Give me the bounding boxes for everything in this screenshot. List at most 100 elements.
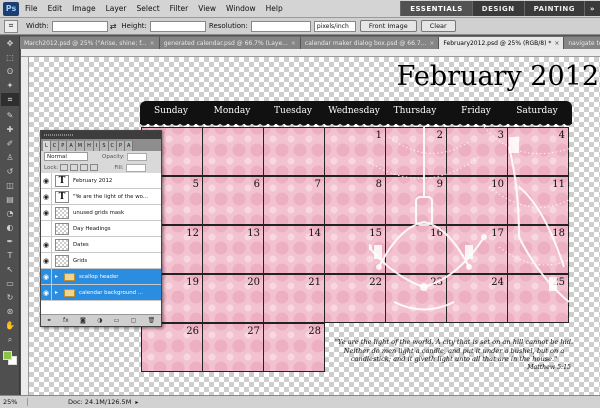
panel-tab[interactable]: S (100, 141, 109, 151)
calendar-day-cell[interactable]: 10 (446, 176, 508, 225)
document-tab[interactable]: March2012.psd @ 25% ("Arise, shine; f...… (20, 37, 160, 49)
opacity-input[interactable] (126, 152, 147, 161)
calendar-day-cell[interactable]: 21 (263, 274, 325, 323)
workspace-design-button[interactable]: DESIGN (471, 1, 524, 16)
menu-view[interactable]: View (198, 4, 216, 13)
calendar-day-cell[interactable]: 14 (263, 225, 325, 274)
tab-close-icon[interactable]: × (429, 40, 434, 47)
tab-close-icon[interactable]: × (554, 40, 559, 47)
panel-tab[interactable]: P (117, 141, 126, 151)
panel-tab[interactable]: H (85, 141, 94, 151)
path-select-icon[interactable]: ↖ (1, 263, 19, 276)
menu-file[interactable]: File (25, 4, 38, 13)
calendar-day-cell[interactable]: 11 (507, 176, 569, 225)
panel-tab[interactable]: L (43, 141, 51, 151)
eye-icon[interactable]: ◉ (41, 237, 52, 252)
calendar-day-cell[interactable]: 22 (324, 274, 386, 323)
calendar-day-cell[interactable]: 20 (202, 274, 264, 323)
history-brush-icon[interactable]: ↺ (1, 165, 19, 178)
marquee-icon[interactable]: ⬚ (1, 51, 19, 64)
eye-hidden-icon[interactable] (41, 221, 52, 236)
menu-image[interactable]: Image (72, 4, 96, 13)
tab-close-icon[interactable]: × (291, 40, 296, 47)
layer-row[interactable]: ◉ ▸ scallop header (41, 269, 161, 285)
3d-rotate-icon[interactable]: ↻ (1, 291, 19, 304)
layers-panel-title-strip[interactable] (41, 131, 161, 139)
zoom-icon[interactable]: ⌕ (1, 333, 19, 346)
crop-icon[interactable]: ⌗ (1, 93, 19, 106)
layer-row[interactable]: ◉ T February 2012 (41, 173, 161, 189)
calendar-day-cell[interactable]: 24 (446, 274, 508, 323)
calendar-day-cell[interactable]: 23 (385, 274, 447, 323)
panel-tab[interactable]: A (125, 141, 134, 151)
layer-row[interactable]: ◉ ▸ calendar background ... (41, 285, 161, 301)
document-tab[interactable]: calendar maker dialog box.psd @ 66.7... × (300, 37, 440, 49)
calendar-day-cell[interactable]: 3 (446, 127, 508, 176)
panel-tab[interactable]: C (108, 141, 117, 151)
shape-icon[interactable]: ▭ (1, 277, 19, 290)
fx-icon[interactable]: fx (63, 317, 69, 324)
lock-transparent-icon[interactable] (60, 164, 69, 171)
calendar-day-cell[interactable]: 4 (507, 127, 569, 176)
height-input[interactable] (149, 20, 206, 32)
eye-icon[interactable]: ◉ (41, 253, 52, 268)
move-icon[interactable]: ✥ (1, 37, 19, 50)
layer-row[interactable]: Day Headings (41, 221, 161, 237)
mask-icon[interactable]: ◙ (80, 317, 86, 324)
resolution-unit-select[interactable]: pixels/inch (313, 20, 356, 32)
workspace-painting-button[interactable]: PAINTING (523, 1, 584, 16)
3d-orbit-icon[interactable]: ⊛ (1, 305, 19, 318)
tab-close-icon[interactable]: × (150, 40, 155, 47)
calendar-day-cell[interactable]: 26 (141, 323, 203, 372)
magic-wand-icon[interactable]: ✦ (1, 79, 19, 92)
adjustment-icon[interactable]: ◑ (97, 317, 102, 324)
fill-input[interactable] (125, 163, 146, 172)
status-menu-arrow-icon[interactable]: ▸ (135, 399, 138, 406)
calendar-day-cell[interactable]: 17 (446, 225, 508, 274)
calendar-day-cell[interactable]: 28 (263, 323, 325, 372)
clear-button[interactable]: Clear (420, 20, 456, 32)
swap-icon[interactable]: ⇄ (110, 22, 117, 31)
document-tab[interactable]: February2012.psd @ 25% (RGB/8) * × (439, 37, 565, 49)
calendar-day-cell[interactable]: 6 (202, 176, 264, 225)
pen-icon[interactable]: ✒ (1, 235, 19, 248)
calendar-day-cell[interactable]: 2 (385, 127, 447, 176)
lock-all-icon[interactable] (90, 164, 99, 171)
workspace-more-button[interactable]: » (583, 1, 600, 16)
menu-filter[interactable]: Filter (170, 4, 189, 13)
calendar-day-cell[interactable]: 15 (324, 225, 386, 274)
calendar-day-cell[interactable] (263, 127, 325, 176)
calendar-day-cell[interactable]: 27 (202, 323, 264, 372)
eyedropper-icon[interactable]: ✎ (1, 109, 19, 122)
hand-icon[interactable]: ✋ (1, 319, 19, 332)
lock-image-icon[interactable] (70, 164, 79, 171)
stamp-icon[interactable]: ♙ (1, 151, 19, 164)
blend-mode-select[interactable]: Normal (44, 152, 88, 161)
eye-icon[interactable]: ◉ (41, 285, 52, 300)
crop-tool-preset-icon[interactable]: ⌗ (4, 19, 18, 33)
panel-tab[interactable]: C (50, 141, 60, 151)
calendar-day-cell[interactable]: 25 (507, 274, 569, 323)
layer-row[interactable]: ◉ T "Ye are the light of the wo... (41, 189, 161, 205)
menu-select[interactable]: Select (137, 4, 160, 13)
calendar-day-cell[interactable]: 18 (507, 225, 569, 274)
document-tab[interactable]: generated calendar.psd @ 66.7% (Laye... × (159, 37, 301, 49)
panel-tab[interactable]: P (59, 141, 68, 151)
menu-window[interactable]: Window (226, 4, 256, 13)
menu-edit[interactable]: Edit (48, 4, 63, 13)
blur-icon[interactable]: ◔ (1, 207, 19, 220)
brush-icon[interactable]: ✐ (1, 137, 19, 150)
gradient-icon[interactable]: ▤ (1, 193, 19, 206)
front-image-button[interactable]: Front Image (359, 20, 417, 32)
new-layer-icon[interactable]: ▢ (131, 317, 137, 324)
calendar-day-cell[interactable]: 13 (202, 225, 264, 274)
dodge-icon[interactable]: ◐ (1, 221, 19, 234)
eraser-icon[interactable]: ◫ (1, 179, 19, 192)
zoom-level[interactable]: 25% (0, 398, 28, 406)
layer-row[interactable]: ◉ Dates (41, 237, 161, 253)
folder-icon[interactable]: ▭ (114, 317, 120, 324)
lasso-icon[interactable]: ʘ (1, 65, 19, 78)
eye-icon[interactable]: ◉ (41, 189, 52, 204)
eye-icon[interactable]: ◉ (41, 205, 52, 220)
healing-icon[interactable]: ✚ (1, 123, 19, 136)
